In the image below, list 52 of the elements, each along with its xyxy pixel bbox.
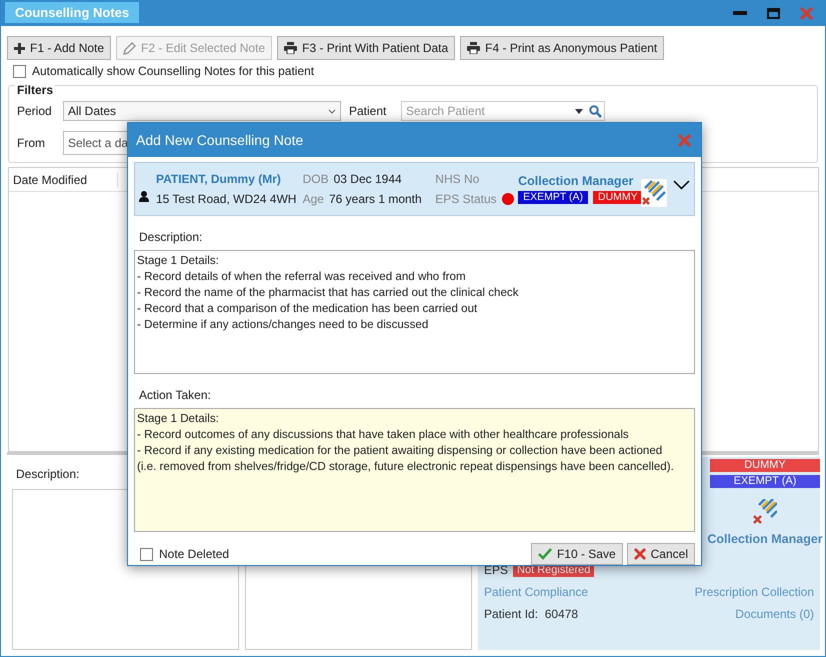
- checklist-icon[interactable]: [641, 179, 668, 207]
- cancel-button[interactable]: Cancel: [626, 543, 695, 565]
- eps-label: EPS: [484, 563, 508, 577]
- toolbar-button[interactable]: F1 - Add Note: [7, 36, 112, 60]
- person-icon: [139, 190, 149, 202]
- window-title: Counselling Notes: [5, 2, 140, 22]
- status-badge: EXEMPT (A): [710, 475, 820, 488]
- dob-value: 03 Dec 1944: [334, 172, 402, 186]
- description-label: Description:: [138, 229, 204, 246]
- dropdown-icon: [575, 108, 583, 114]
- chevron-icon: [328, 108, 336, 114]
- checkmark-icon: [538, 548, 552, 560]
- patient-label: Patient: [349, 104, 388, 118]
- dialog-title: Add New Counselling Note: [136, 132, 304, 148]
- toolbar-button[interactable]: F4 - Print as Anonymous Patient: [460, 36, 664, 60]
- checkbox-label: Automatically show Counselling Notes for this patient: [32, 64, 314, 78]
- pencil-icon: [123, 42, 136, 54]
- age-value: 76 years 1 month: [328, 192, 422, 206]
- checkbox[interactable]: [140, 548, 153, 560]
- cross-icon: [634, 548, 646, 560]
- printer-icon: [467, 42, 480, 54]
- checkbox-label: Note Deleted: [159, 547, 230, 561]
- patient-address: 15 Test Road, WD24 4WH: [156, 192, 298, 206]
- patient-name[interactable]: PATIENT, Dummy (Mr): [156, 172, 303, 186]
- collection-manager-link[interactable]: Collection Manager: [518, 174, 642, 188]
- chevron-icon[interactable]: [673, 180, 690, 190]
- from-label: From: [17, 136, 46, 150]
- status-badge: DUMMY: [593, 191, 643, 204]
- status-badge: DUMMY: [710, 459, 820, 472]
- column-header[interactable]: Date Modified: [9, 172, 118, 186]
- patient-id: Patient Id: 60478: [484, 607, 578, 621]
- maximize-icon[interactable]: [767, 8, 780, 18]
- status-dot: [502, 193, 514, 205]
- description-field[interactable]: Stage 1 Details: - Record details of when the referral was received and who from - Record the name of the pharmacist that has carried out the clinical check - Record that a comparison of the medication has been carried out - Determine if any actions/changes need to be discussed: [134, 250, 695, 374]
- search-icon[interactable]: [589, 104, 602, 118]
- action-taken-field[interactable]: Stage 1 Details: - Record outcomes of any discussions that have taken place with other healthcare professionals - Record if any existing medication for the patient awaiting dispensing or collection have been actioned (i.e. removed from shelves/fridge/CD storage, future electronic repeat dispensings have been cancelled).: [134, 408, 695, 532]
- description-label: Description:: [15, 466, 80, 483]
- action-taken-label: Action Taken:: [138, 387, 212, 404]
- toolbar-button[interactable]: F3 - Print With Patient Data: [277, 36, 456, 60]
- printer-icon: [284, 42, 298, 54]
- filters-title: Filters: [15, 83, 56, 97]
- checklist-icon[interactable]: [753, 499, 777, 525]
- plus-icon: [14, 42, 25, 54]
- period-label: Period: [17, 104, 53, 118]
- checkbox[interactable]: [13, 64, 26, 78]
- period-dropdown[interactable]: All Dates: [63, 101, 341, 121]
- age-label: Age: [302, 192, 324, 206]
- save-button[interactable]: F10 - Save: [530, 543, 623, 565]
- nhs-label: NHS No: [435, 172, 480, 186]
- dob-label: DOB: [302, 172, 329, 186]
- status-badge: EXEMPT (A): [518, 191, 588, 204]
- eps-status-label: EPS Status: [435, 192, 497, 206]
